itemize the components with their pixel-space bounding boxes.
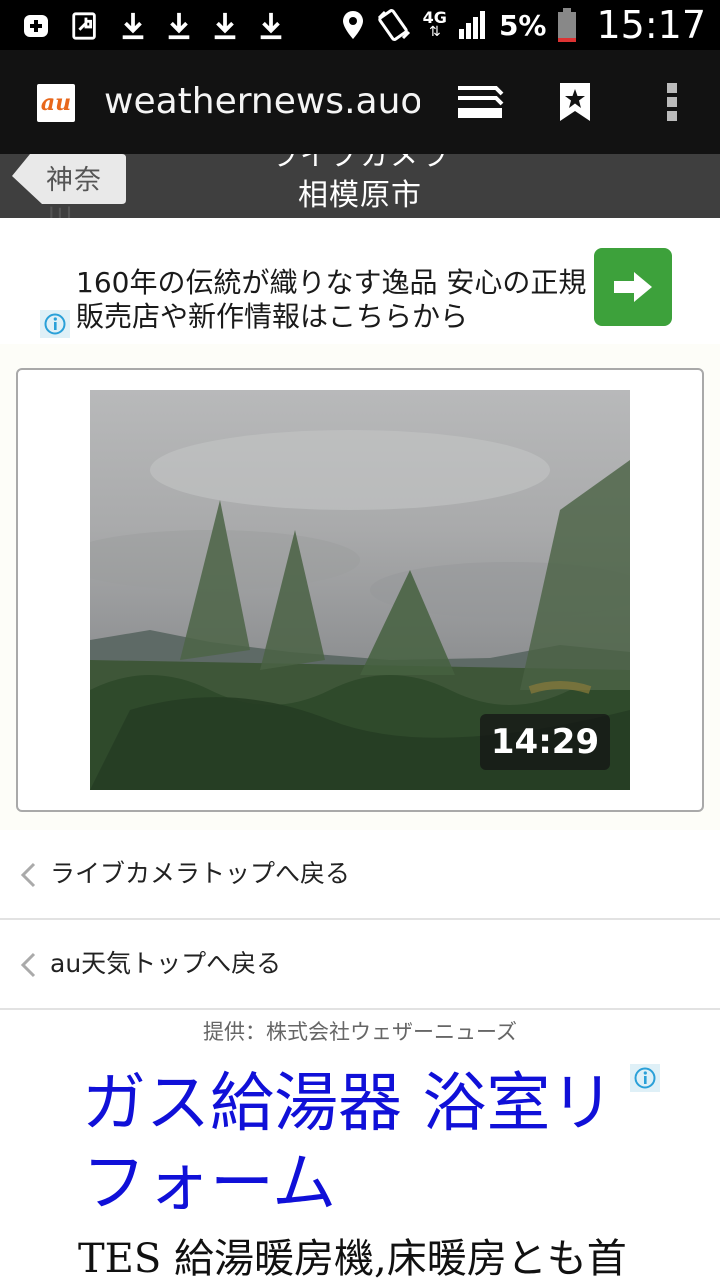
info-icon <box>634 1067 656 1089</box>
link-label: au天気トップへ戻る <box>50 949 282 978</box>
bookmark-star-icon <box>560 83 590 121</box>
download-icon <box>168 12 190 40</box>
status-bar: 4G ⇅ 5% 15:17 <box>0 0 720 50</box>
ad-info-button[interactable] <box>40 310 70 338</box>
camera-card: 14:29 <box>16 368 704 812</box>
ad-text[interactable]: 160年の伝統が織りなす逸品 安心の正規販売店や新作情報はこちらから <box>76 266 596 334</box>
clock: 15:17 <box>596 3 706 47</box>
battery-icon <box>558 8 577 42</box>
ad-go-button[interactable] <box>594 248 672 326</box>
page-header: ライブカメラ 相模原市 神奈川 <box>0 154 720 218</box>
ad-headline[interactable]: ガス給湯器 浴室リフォーム <box>82 1064 642 1224</box>
live-camera-section: 14:29 <box>0 344 720 840</box>
au-logo[interactable]: au <box>37 84 75 122</box>
location-icon <box>342 11 363 39</box>
link-livecamera-top[interactable]: ライブカメラトップへ戻る <box>0 830 720 920</box>
arrow-right-icon <box>614 272 652 302</box>
signal-icon <box>458 11 485 39</box>
camera-timestamp: 14:29 <box>480 714 610 770</box>
banner-ad[interactable]: 160年の伝統が織りなす逸品 安心の正規販売店や新作情報はこちらから <box>0 218 720 344</box>
vibrate-icon <box>377 9 410 41</box>
network-type-icon: 4G ⇅ <box>422 8 447 40</box>
link-au-weather-top[interactable]: au天気トップへ戻る <box>0 920 720 1010</box>
ad-description[interactable]: TES 給湯暖房機,床暖房とも首 <box>78 1226 678 1280</box>
notification-icons <box>22 8 284 44</box>
menu-button[interactable] <box>644 76 700 128</box>
tabs-stack-icon <box>458 86 504 118</box>
system-icons: 4G ⇅ 5% 15:17 <box>341 3 706 47</box>
add-notification-icon <box>24 15 48 37</box>
more-vertical-icon <box>667 83 677 121</box>
camera-image[interactable]: 14:29 <box>90 390 630 790</box>
info-icon <box>44 313 66 335</box>
download-icon <box>214 12 236 40</box>
network-label: 4G <box>422 8 447 27</box>
link-label: ライブカメラトップへ戻る <box>50 859 351 888</box>
provider-credit: 提供：株式会社ウェザーニューズ <box>203 1020 517 1044</box>
battery-percent: 5% <box>498 8 547 42</box>
chevron-left-icon <box>20 862 36 888</box>
back-label: 神奈川 <box>46 165 102 218</box>
tabs-button[interactable] <box>452 76 508 128</box>
share-notification-icon <box>72 12 96 40</box>
back-button[interactable]: 神奈川 <box>10 154 128 218</box>
ad-info-button[interactable] <box>630 1064 660 1092</box>
download-icon <box>260 12 282 40</box>
download-icon <box>122 12 144 40</box>
bookmark-button[interactable] <box>547 76 603 128</box>
chevron-left-icon <box>20 952 36 978</box>
browser-toolbar: au weathernews.auone <box>0 50 720 154</box>
url-bar[interactable]: weathernews.auone <box>104 80 420 124</box>
